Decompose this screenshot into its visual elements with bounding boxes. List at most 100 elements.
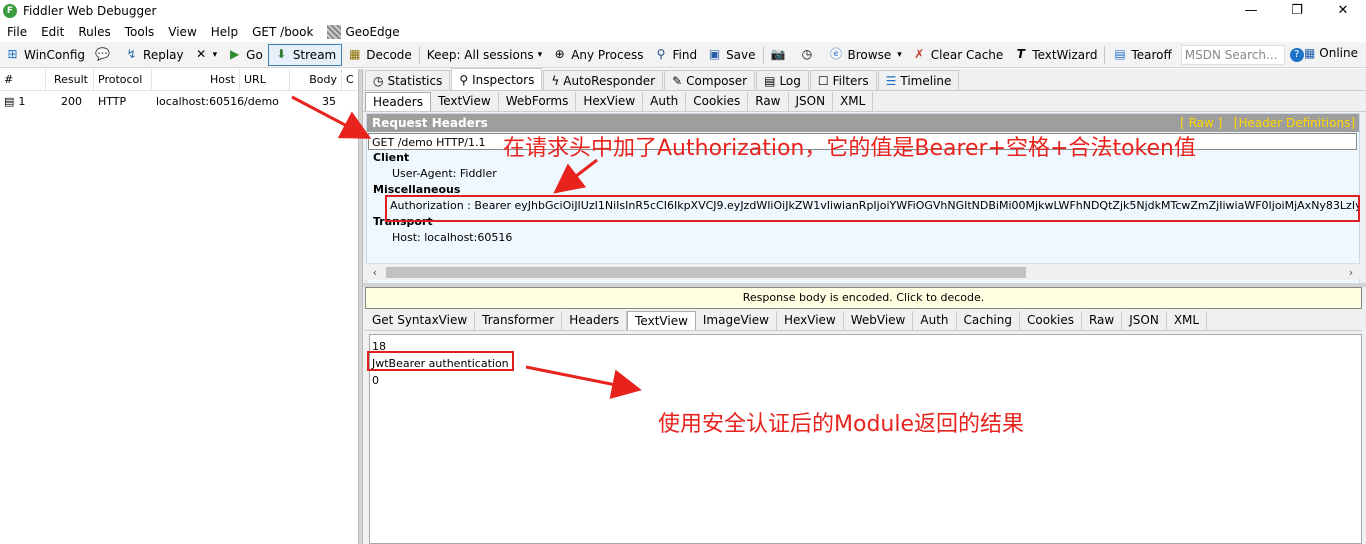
header-host[interactable]: Host: localhost:60516 bbox=[367, 230, 1359, 246]
tab-log[interactable]: ▤ Log bbox=[756, 70, 809, 90]
tab-composer[interactable]: ✎ Composer bbox=[664, 70, 756, 90]
response-textview[interactable]: 18 JwtBearer authentication 0 bbox=[369, 334, 1362, 544]
col-result[interactable]: Result bbox=[46, 68, 94, 91]
col-number[interactable]: # bbox=[0, 68, 46, 91]
screenshot-button[interactable]: 📷 bbox=[766, 44, 795, 66]
tab-req-webforms[interactable]: WebForms bbox=[499, 91, 577, 111]
scrollbar-thumb[interactable] bbox=[386, 267, 1026, 278]
tab-resp-headers[interactable]: Headers bbox=[562, 310, 628, 330]
binoculars-icon: ⚲ bbox=[656, 47, 666, 61]
menu-view[interactable]: View bbox=[161, 25, 203, 39]
menu-tools[interactable]: Tools bbox=[118, 25, 162, 39]
col-protocol[interactable]: Protocol bbox=[94, 68, 152, 91]
clear-cache-icon: ✗ bbox=[914, 47, 925, 61]
horizontal-scrollbar[interactable]: ‹ › bbox=[366, 263, 1360, 280]
tearoff-label: Tearoff bbox=[1131, 47, 1172, 62]
header-links: [ Raw ] [Header Definitions] bbox=[1180, 114, 1355, 132]
comment-button[interactable]: 💬 bbox=[90, 44, 119, 66]
save-label: Save bbox=[726, 47, 756, 62]
col-caching[interactable]: C bbox=[342, 69, 358, 91]
tab-statistics[interactable]: ◷ Statistics bbox=[365, 70, 451, 90]
comment-icon: 💬 bbox=[95, 47, 111, 61]
col-body[interactable]: Body bbox=[290, 68, 342, 91]
header-authorization[interactable]: Authorization : Bearer eyJhbGciOiJIUzI1N… bbox=[367, 198, 1359, 214]
menu-bar: File Edit Rules Tools View Help GET /boo… bbox=[0, 22, 1366, 42]
close-button[interactable]: ✕ bbox=[1320, 0, 1366, 22]
decode-button[interactable]: ▦ Decode bbox=[342, 44, 417, 66]
scroll-left-icon[interactable]: ‹ bbox=[368, 264, 382, 281]
clear-cache-button[interactable]: ✗ Clear Cache bbox=[907, 44, 1009, 66]
tab-resp-hexview[interactable]: HexView bbox=[777, 310, 844, 330]
menu-edit[interactable]: Edit bbox=[34, 25, 71, 39]
tab-resp-syntaxview[interactable]: Get SyntaxView bbox=[365, 310, 476, 330]
toolbar-divider bbox=[762, 45, 764, 64]
menu-rules[interactable]: Rules bbox=[71, 25, 117, 39]
network-icon: ▦ bbox=[1303, 46, 1316, 60]
tab-autoresponder[interactable]: ϟ AutoResponder bbox=[543, 70, 664, 90]
timer-icon: ◷ bbox=[801, 47, 813, 61]
menu-file[interactable]: File bbox=[0, 25, 34, 39]
tab-resp-auth[interactable]: Auth bbox=[913, 310, 957, 330]
tab-req-textview[interactable]: TextView bbox=[431, 91, 499, 111]
play-icon: ▶ bbox=[230, 47, 240, 61]
tab-req-xml[interactable]: XML bbox=[833, 91, 874, 111]
tab-resp-json[interactable]: JSON bbox=[1122, 310, 1167, 330]
raw-link[interactable]: [ Raw ] bbox=[1180, 116, 1222, 130]
msdn-search-input[interactable]: MSDN Search... bbox=[1180, 44, 1285, 65]
tab-resp-transformer[interactable]: Transformer bbox=[475, 310, 563, 330]
tab-resp-caching[interactable]: Caching bbox=[957, 310, 1020, 330]
online-indicator[interactable]: ▦ Online bbox=[1304, 46, 1358, 60]
tab-filters[interactable]: ☐ Filters bbox=[809, 70, 877, 90]
restore-button[interactable]: ❐ bbox=[1274, 0, 1320, 22]
row-protocol: HTTP bbox=[98, 94, 127, 108]
windows-icon: ⊞ bbox=[7, 47, 18, 61]
table-row[interactable]: ▤ 1 200 HTTP localhost:60516 /demo 35 bbox=[0, 91, 358, 111]
col-host[interactable]: Host bbox=[152, 68, 240, 91]
tab-resp-textview[interactable]: TextView bbox=[627, 310, 696, 330]
tab-resp-cookies[interactable]: Cookies bbox=[1020, 310, 1082, 330]
col-url[interactable]: URL bbox=[240, 68, 290, 91]
browse-button[interactable]: ⓔ Browse ▾ bbox=[824, 44, 907, 66]
find-button[interactable]: ⚲ Find bbox=[648, 44, 702, 66]
scroll-right-icon[interactable]: › bbox=[1344, 264, 1358, 281]
tab-inspectors[interactable]: ⚲ Inspectors bbox=[451, 68, 543, 90]
response-line: JwtBearer authentication bbox=[372, 357, 509, 370]
keep-sessions-dropdown[interactable]: Keep: All sessions ▾ bbox=[422, 44, 547, 66]
winconfig-button[interactable]: ⊞ WinConfig bbox=[0, 44, 90, 66]
menu-get-book[interactable]: GET /book bbox=[245, 25, 320, 39]
header-definitions-link[interactable]: [Header Definitions] bbox=[1234, 116, 1355, 130]
tab-resp-raw[interactable]: Raw bbox=[1082, 310, 1123, 330]
tab-req-headers[interactable]: Headers bbox=[365, 91, 431, 111]
textwizard-button[interactable]: T TextWizard bbox=[1008, 44, 1102, 66]
tab-req-auth[interactable]: Auth bbox=[643, 91, 687, 111]
tearoff-button[interactable]: ▤ Tearoff bbox=[1107, 44, 1176, 66]
decode-label: Decode bbox=[366, 47, 412, 62]
go-button[interactable]: ▶ Go bbox=[222, 44, 268, 66]
tab-resp-imageview[interactable]: ImageView bbox=[696, 310, 777, 330]
decode-notice-bar[interactable]: Response body is encoded. Click to decod… bbox=[365, 287, 1362, 309]
stream-icon: ⬇ bbox=[276, 47, 287, 61]
menu-geoedge[interactable]: GeoEdge bbox=[320, 25, 406, 39]
tab-req-raw[interactable]: Raw bbox=[748, 91, 789, 111]
sessions-list: # Result Protocol Host URL Body C ▤ 1 200… bbox=[0, 68, 358, 544]
minimize-button[interactable]: — bbox=[1228, 0, 1274, 22]
tab-resp-xml[interactable]: XML bbox=[1167, 310, 1208, 330]
main-tabs: ◷ Statistics ⚲ Inspectors ϟ AutoResponder ✎… bbox=[363, 68, 1366, 91]
tab-req-cookies[interactable]: Cookies bbox=[686, 91, 749, 111]
replay-button[interactable]: ↯ Replay bbox=[119, 44, 189, 66]
tab-req-hexview[interactable]: HexView bbox=[576, 91, 644, 111]
section-miscellaneous: Miscellaneous bbox=[373, 183, 461, 196]
browser-icon: ⓔ bbox=[830, 47, 843, 61]
online-label: Online bbox=[1319, 46, 1358, 60]
stream-button[interactable]: ⬇ Stream bbox=[267, 43, 343, 66]
header-user-agent[interactable]: User-Agent: Fiddler bbox=[367, 166, 1359, 182]
tab-timeline[interactable]: ☰ Timeline bbox=[877, 70, 960, 90]
remove-button[interactable]: ✕ ▾ bbox=[189, 44, 223, 66]
menu-help[interactable]: Help bbox=[204, 25, 245, 39]
tab-req-json[interactable]: JSON bbox=[789, 91, 834, 111]
timer-button[interactable]: ◷ bbox=[795, 44, 824, 66]
any-process-button[interactable]: ⊕ Any Process bbox=[547, 44, 648, 66]
tab-resp-webview[interactable]: WebView bbox=[844, 310, 914, 330]
save-button[interactable]: ▣ Save bbox=[702, 44, 760, 66]
replay-icon: ↯ bbox=[126, 47, 137, 61]
